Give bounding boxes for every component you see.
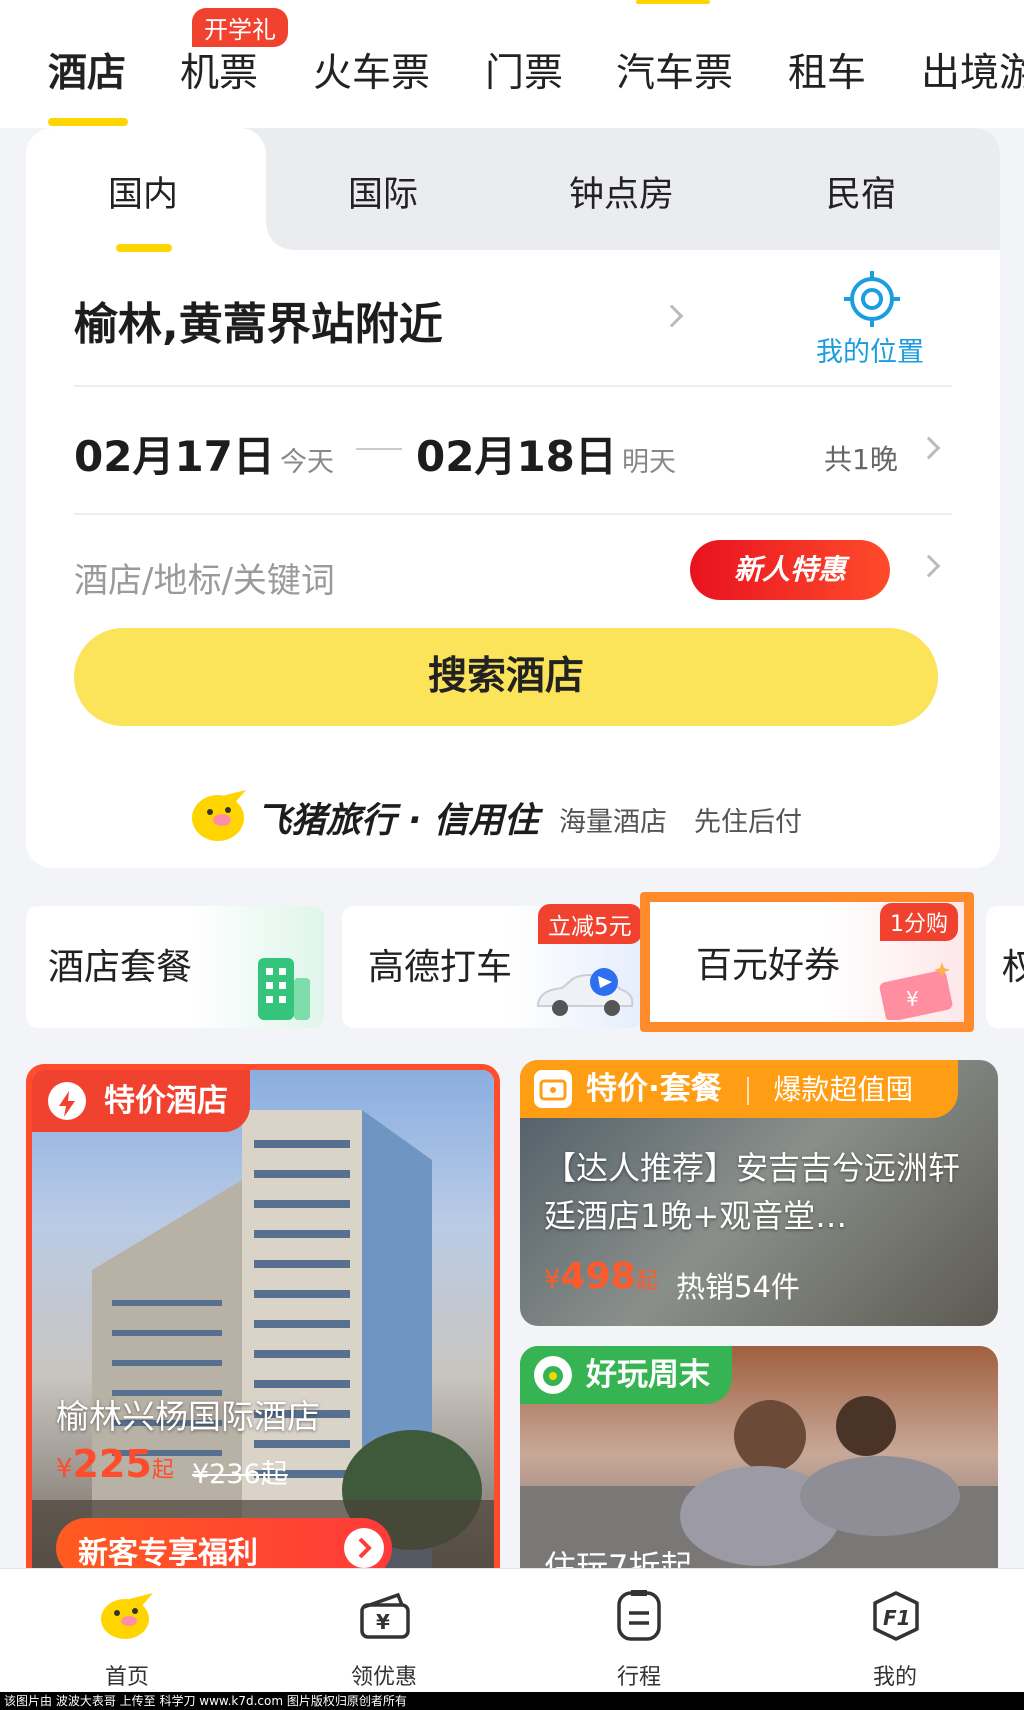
new-user-deal-badge[interactable]: 新人特惠 xyxy=(690,540,890,600)
shortcut-label: 权 xyxy=(1002,947,1024,988)
nav-label: 领优惠 xyxy=(350,1665,417,1690)
price-suffix: 起 xyxy=(635,1269,658,1294)
cta-label: 新客专享福利 xyxy=(78,1536,258,1571)
discount-badge: 立减5元 xyxy=(538,904,642,944)
credit-desc-1: 海量酒店 xyxy=(559,807,667,838)
sub-tab-bar: 国内 国际 钟点房 民宿 xyxy=(26,128,1000,252)
checkout-note: 明天 xyxy=(622,447,676,478)
tab-flight[interactable]: 机票 xyxy=(180,42,258,98)
svg-text:F1: F1 xyxy=(883,1606,911,1630)
top-indicator xyxy=(636,0,710,4)
tag-label: 特价酒店 xyxy=(104,1083,228,1119)
currency-symbol: ¥ xyxy=(56,1454,73,1484)
nav-label: 我的 xyxy=(872,1665,917,1690)
bottom-navigation: 首页 ¥ 领优惠 行程 F1 我的 xyxy=(0,1568,1024,1692)
package-title: 【达人推荐】安吉吉兮远洲轩廷酒店1晚+观音堂… xyxy=(544,1149,961,1235)
back-to-school-badge: 开学礼 xyxy=(192,8,288,47)
credit-desc-2: 先住后付 xyxy=(694,807,802,838)
subtab-domestic[interactable]: 国内 xyxy=(108,166,178,217)
keyword-input[interactable]: 酒店/地标/关键词 xyxy=(74,553,335,602)
svg-text:¥: ¥ xyxy=(376,1610,390,1634)
nav-label: 首页 xyxy=(104,1665,149,1690)
sold-count: 热销54件 xyxy=(676,1270,800,1304)
hotel-search-card: 国内 国际 钟点房 民宿 榆林,黄蒿界站附近 我的位置 02月17日 今天 02… xyxy=(26,128,1000,868)
divider xyxy=(74,385,952,387)
chevron-right-icon xyxy=(917,554,941,578)
svg-text:¥: ¥ xyxy=(906,987,919,1011)
building-icon xyxy=(250,952,314,1022)
ticket-icon xyxy=(534,1070,572,1108)
nav-home[interactable]: 首页 xyxy=(47,1569,207,1693)
checkin-note: 今天 xyxy=(280,447,334,478)
special-hotel-card[interactable]: 特价酒店 榆林兴杨国际酒店 ¥225起 ¥236起 新客专享福利 xyxy=(26,1064,500,1584)
fliggy-pig-logo-icon xyxy=(188,788,250,842)
my-location-label[interactable]: 我的位置 xyxy=(816,330,924,369)
subtab-underline xyxy=(116,244,172,252)
divider xyxy=(74,513,952,515)
pig-icon xyxy=(99,1591,155,1641)
profile-icon: F1 xyxy=(869,1589,923,1643)
locate-icon[interactable] xyxy=(844,271,900,327)
hotel-photo xyxy=(32,1070,494,1578)
car-icon xyxy=(534,964,636,1020)
chevron-right-icon xyxy=(660,304,684,328)
fun-weekend-card[interactable]: 好玩周末 住玩7折起 xyxy=(520,1346,998,1586)
nav-profile[interactable]: F1 我的 xyxy=(815,1569,975,1693)
nights-count: 共1晚 xyxy=(824,443,898,476)
tag-label: 好玩周末 xyxy=(586,1357,710,1393)
special-package-card[interactable]: 特价·套餐 爆款超值囤 【达人推荐】安吉吉兮远洲轩廷酒店1晚+观音堂… ¥498… xyxy=(520,1060,998,1326)
shortcut-label: 百元好券 xyxy=(696,945,841,986)
date-separator xyxy=(356,448,402,450)
special-hotel-tag: 特价酒店 xyxy=(32,1070,250,1132)
shortcut-partial[interactable]: 权 xyxy=(986,906,1024,1028)
shortcut-hotel-package[interactable]: 酒店套餐 xyxy=(26,906,324,1028)
tab-hotel[interactable]: 酒店 xyxy=(48,42,126,98)
tag-divider xyxy=(746,1076,749,1105)
search-hotel-button[interactable]: 搜索酒店 xyxy=(74,628,938,726)
checkin-date[interactable]: 02月17日 xyxy=(74,423,275,484)
price-value: 225 xyxy=(72,1442,152,1486)
arrow-right-icon xyxy=(344,1528,384,1568)
location-text[interactable]: 榆林,黄蒿界站附近 xyxy=(74,288,443,352)
itinerary-icon xyxy=(615,1589,663,1643)
price-suffix: 起 xyxy=(151,1458,174,1483)
tab-car-rental[interactable]: 租车 xyxy=(788,42,866,98)
nav-label: 行程 xyxy=(616,1665,661,1690)
tab-outbound-travel[interactable]: 出境游 xyxy=(921,42,1024,98)
subtab-international[interactable]: 国际 xyxy=(348,166,418,217)
tag-sub-label: 爆款超值囤 xyxy=(773,1073,914,1106)
lightning-icon xyxy=(48,1082,86,1120)
top-tab-bar: 酒店 机票 开学礼 火车票 门票 汽车票 租车 出境游 xyxy=(0,0,1024,128)
old-price: ¥236起 xyxy=(192,1459,288,1490)
watermark-footer: 该图片由 波波大表哥 上传至 科学刀 www.k7d.com 图片版权归原创者所… xyxy=(0,1692,1024,1710)
tab-bus[interactable]: 汽车票 xyxy=(616,42,733,98)
currency-symbol: ¥ xyxy=(544,1265,561,1295)
subtab-hourly-room[interactable]: 钟点房 xyxy=(569,166,674,217)
tab-ticket[interactable]: 门票 xyxy=(485,42,563,98)
shortcut-label: 高德打车 xyxy=(368,947,513,988)
package-tag: 特价·套餐 爆款超值囤 xyxy=(520,1060,958,1118)
location-pin-icon xyxy=(534,1356,572,1394)
package-price: ¥498起 xyxy=(544,1256,658,1297)
weekend-tag: 好玩周末 xyxy=(520,1346,732,1404)
coupon-icon: ¥ xyxy=(876,958,958,1022)
nav-itinerary[interactable]: 行程 xyxy=(559,1569,719,1693)
subtab-homestay[interactable]: 民宿 xyxy=(826,166,896,217)
price-value: 498 xyxy=(560,1256,636,1297)
nav-coupons[interactable]: ¥ 领优惠 xyxy=(304,1569,464,1693)
one-cent-badge: 1分购 xyxy=(880,903,958,941)
wallet-icon: ¥ xyxy=(358,1591,412,1641)
active-tab-underline xyxy=(48,118,128,126)
shortcut-label: 酒店套餐 xyxy=(48,947,193,988)
hotel-price: ¥225起 xyxy=(56,1442,174,1486)
checkout-date[interactable]: 02月18日 xyxy=(416,423,617,484)
credit-stay-brand: 飞猪旅行 · 信用住 xyxy=(256,801,539,841)
hotel-name: 榆林兴杨国际酒店 xyxy=(56,1397,320,1436)
tab-train[interactable]: 火车票 xyxy=(313,42,430,98)
tag-label: 特价·套餐 xyxy=(586,1071,722,1107)
chevron-right-icon xyxy=(917,436,941,460)
